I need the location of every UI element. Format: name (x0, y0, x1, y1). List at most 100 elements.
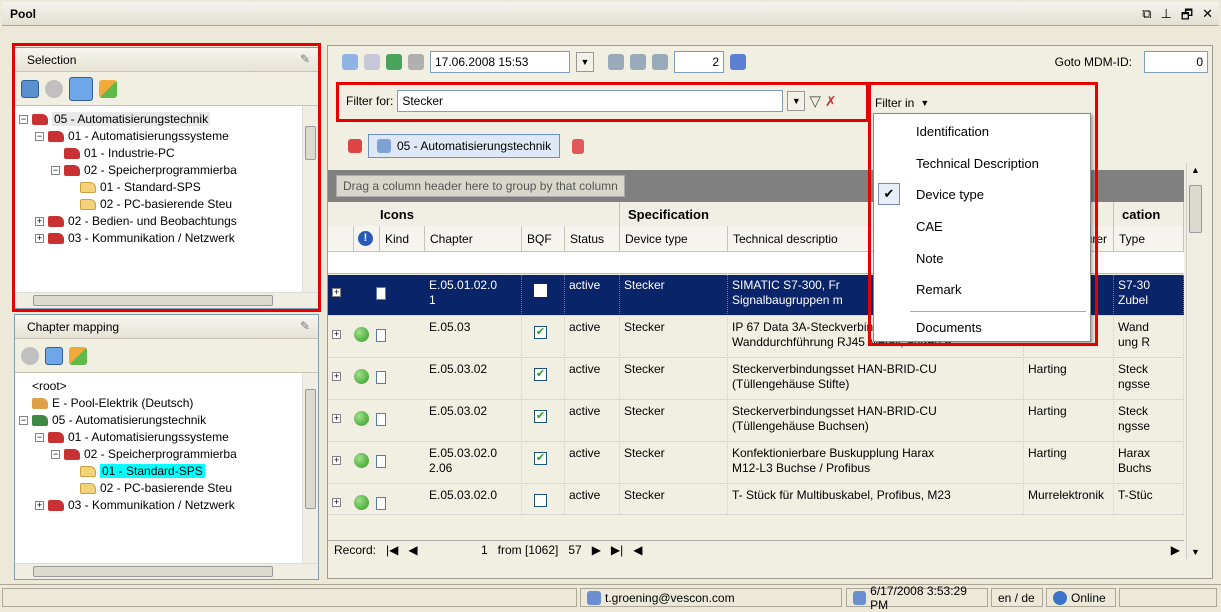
tree-node[interactable]: E - Pool-Elektrik (Deutsch) (19, 394, 193, 412)
chapter-tree[interactable]: <root> E - Pool-Elektrik (Deutsch) −05 - A… (15, 373, 302, 563)
chapter-toolbar (15, 339, 318, 373)
bqf-checkbox[interactable]: ✔ (534, 326, 547, 339)
tree-node-label: E - Pool-Elektrik (Deutsch) (52, 396, 194, 410)
document-icon[interactable] (572, 138, 585, 154)
bqf-checkbox[interactable]: ✔ (534, 368, 547, 381)
float-icon[interactable]: ⧉ (1142, 6, 1151, 28)
cell-status: active (565, 443, 620, 483)
pin-icon[interactable]: ✎ (300, 319, 310, 333)
check-icon[interactable] (21, 346, 39, 365)
user-email: t.groening@vescon.com (605, 590, 735, 605)
status-dot-icon (354, 369, 369, 384)
chapter-hscroll[interactable] (15, 563, 318, 579)
cell-device: Stecker (620, 443, 728, 483)
close-icon[interactable]: ✕ (1202, 6, 1213, 28)
next-record-icon[interactable]: ▶ (592, 543, 601, 557)
scroll-right-icon[interactable]: ▶ (1171, 543, 1180, 557)
col-bqf[interactable]: BQF (522, 226, 565, 252)
cell-device: Stecker (620, 485, 728, 514)
folder-icon (32, 414, 48, 426)
tree-node-label: 02 - Speicherprogrammierba (84, 447, 237, 461)
tree-node[interactable]: − 02 - Speicherprogrammierba (51, 445, 237, 463)
tree-node[interactable]: − 01 - Automatisierungssysteme (35, 428, 229, 446)
approve-icon[interactable] (364, 54, 380, 70)
datetime-value: 17.06.2008 15:53 (435, 55, 529, 69)
edit-icon[interactable] (342, 54, 358, 70)
col-info[interactable]: ! (354, 226, 380, 252)
document-icon (376, 371, 386, 384)
col-type[interactable]: Type (1114, 226, 1184, 252)
bqf-checkbox[interactable] (534, 284, 547, 297)
cell-type: Steck ngsse (1114, 401, 1184, 441)
breadcrumb-chip[interactable]: 05 - Automatisierungstechnik (368, 134, 561, 158)
status-datetime-value: 6/17/2008 3:53:29 PM (870, 583, 967, 612)
count-field[interactable]: 2 (674, 51, 724, 73)
copy-icon[interactable] (652, 54, 668, 70)
selection-highlight-box (12, 43, 321, 312)
datetime-field[interactable]: 17.06.2008 15:53 (430, 51, 570, 73)
cell-device: Stecker (620, 317, 728, 357)
table-row[interactable]: + E.05.03.02.0 2.06 ✔ active Stecker Konfekti… (328, 443, 1184, 484)
col-status[interactable]: Status (565, 226, 620, 252)
cell-chapter: E.05.03 (425, 317, 522, 357)
tree-node[interactable]: <root> (19, 377, 67, 395)
tree-node[interactable]: 02 - PC-basierende Steu (67, 479, 232, 497)
breadcrumb: 05 - Automatisierungstechnik (348, 133, 585, 159)
online-icon (1053, 590, 1067, 605)
scroll-down-icon[interactable]: ▼ (1191, 547, 1200, 557)
expander-icon[interactable]: + (35, 500, 44, 510)
first-record-icon[interactable]: |◀ (386, 543, 398, 557)
bqf-checkbox[interactable] (534, 494, 547, 507)
cell-bqf (522, 485, 565, 514)
tree-node[interactable]: − 05 - Automatisierungstechnik (19, 411, 206, 429)
col-chapter[interactable]: Chapter (425, 226, 522, 252)
scroll-left-icon[interactable]: ◀ (633, 543, 642, 557)
expander-icon[interactable]: − (51, 449, 60, 459)
expand-row-icon[interactable]: + (332, 288, 341, 297)
expand-row-icon[interactable]: + (332, 372, 341, 381)
chapter-vscroll[interactable] (302, 373, 318, 563)
expand-row-icon[interactable]: + (332, 498, 341, 507)
col-device-type[interactable]: Device type (620, 226, 728, 252)
prev-record-icon[interactable]: ◀ (408, 543, 417, 557)
grid-vscroll[interactable]: ▲ ▼ (1186, 163, 1204, 559)
database-icon[interactable] (45, 346, 63, 365)
status-extra (1119, 588, 1217, 607)
status-online[interactable]: Online (1046, 588, 1116, 607)
bqf-checkbox[interactable]: ✔ (534, 452, 547, 465)
grid-icon[interactable] (730, 54, 746, 70)
online-label: Online (1071, 590, 1106, 605)
window-title: Pool (10, 7, 36, 21)
table-row[interactable]: + E.05.03.02.0 active Stecker T- Stück für M… (328, 485, 1184, 515)
cubes-icon[interactable] (69, 346, 87, 365)
table-row[interactable]: + E.05.03.02 ✔ active Stecker Steckerverbindu… (328, 359, 1184, 400)
col-expand (328, 226, 354, 252)
record-current[interactable]: 1 (428, 543, 488, 557)
remove-row-icon[interactable] (630, 54, 646, 70)
group-icons: Icons (328, 202, 620, 226)
expander-icon[interactable]: − (35, 432, 44, 442)
expand-row-icon[interactable]: + (332, 330, 341, 339)
goto-mdm-input[interactable]: 0 (1144, 51, 1208, 73)
chapter-icon (377, 139, 391, 153)
expand-row-icon[interactable]: + (332, 456, 341, 465)
datetime-dropdown[interactable]: ▼ (576, 52, 594, 72)
print-icon[interactable] (408, 54, 424, 70)
export-icon[interactable] (386, 54, 402, 70)
expand-row-icon[interactable]: + (332, 414, 341, 423)
cell-chapter: E.05.03.02.0 (425, 485, 522, 514)
cell-bqf (522, 275, 565, 315)
tree-node-label: 05 - Automatisierungstechnik (52, 413, 207, 427)
col-kind[interactable]: Kind (380, 226, 425, 252)
restore-icon[interactable]: 🗗 (1181, 6, 1193, 28)
tree-node[interactable]: 01 - Standard-SPS (67, 462, 205, 480)
bqf-checkbox[interactable]: ✔ (534, 410, 547, 423)
pin-icon[interactable]: ⊥ (1161, 6, 1172, 28)
tree-node[interactable]: +03 - Kommunikation / Netzwerk (35, 496, 235, 514)
add-row-icon[interactable] (608, 54, 624, 70)
last-record-icon[interactable]: ▶| (611, 543, 623, 557)
status-language[interactable]: en / de (991, 588, 1043, 607)
table-row[interactable]: + E.05.03.02 ✔ active Stecker Steckerverbindu… (328, 401, 1184, 442)
scroll-up-icon[interactable]: ▲ (1191, 165, 1200, 175)
expander-icon[interactable]: − (19, 415, 28, 425)
